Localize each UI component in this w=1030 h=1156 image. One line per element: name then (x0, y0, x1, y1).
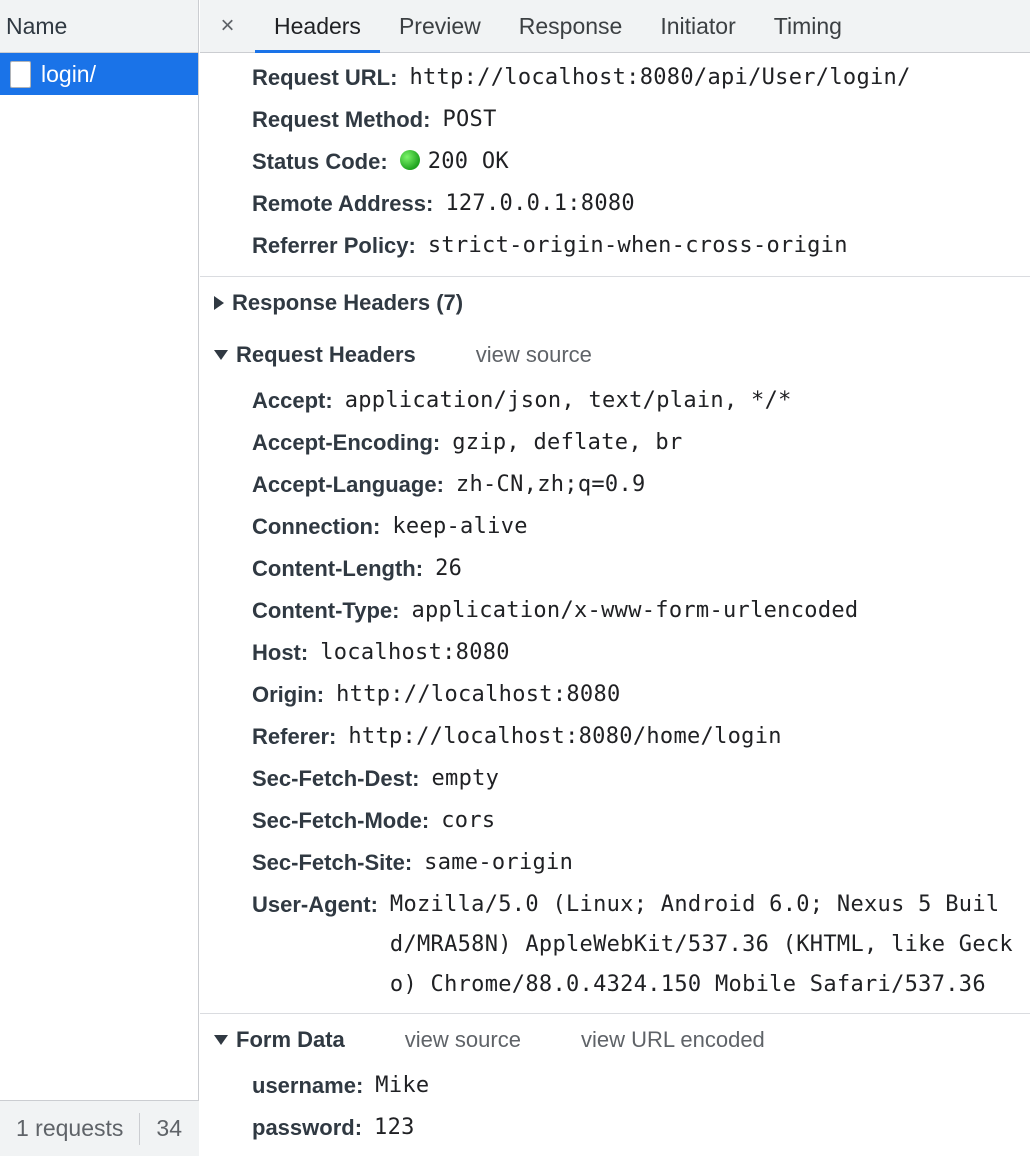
header-key: Remote Address: (252, 191, 434, 216)
general-row: Remote Address: 127.0.0.1:8080 (200, 184, 1030, 226)
request-header-row: Connection: keep-alive (200, 507, 1030, 549)
form-data-row: password: 123 (200, 1108, 1030, 1150)
header-value: http://localhost:8080 (336, 682, 621, 707)
form-data-row: username: Mike (200, 1066, 1030, 1108)
section-title: Request Headers (236, 342, 416, 367)
general-row: Request URL: http://localhost:8080/api/U… (200, 58, 1030, 100)
request-row-login[interactable]: login/ (0, 53, 198, 95)
header-key: Referrer Policy: (252, 233, 416, 258)
header-value: application/json, text/plain, */* (344, 388, 792, 413)
header-key: Origin: (252, 682, 325, 707)
header-value: application/x-www-form-urlencoded (411, 598, 859, 623)
view-source-link[interactable]: view source (405, 1027, 521, 1053)
status-bar: 1 requests 34 (0, 1100, 199, 1156)
header-key: User-Agent: (252, 892, 378, 917)
status-code-value: 200 OK (399, 142, 509, 182)
headers-content: Request URL: http://localhost:8080/api/U… (200, 53, 1030, 1150)
header-key: Content-Type: (252, 598, 400, 623)
request-header-row: Origin: http://localhost:8080 (200, 675, 1030, 717)
request-header-row: Accept-Encoding: gzip, deflate, br (200, 423, 1030, 465)
tab-initiator[interactable]: Initiator (641, 0, 754, 52)
tab-timing[interactable]: Timing (755, 0, 861, 52)
header-value: 127.0.0.1:8080 (445, 191, 635, 216)
general-row: Request Method: POST (200, 100, 1030, 142)
collapse-triangle-icon (214, 350, 228, 360)
header-value: POST (442, 107, 497, 132)
request-header-row: Sec-Fetch-Site: same-origin (200, 843, 1030, 885)
view-url-encoded-link[interactable]: view URL encoded (581, 1027, 765, 1053)
form-value: Mike (375, 1073, 430, 1098)
header-key: Connection: (252, 514, 381, 539)
tab-response[interactable]: Response (500, 0, 642, 52)
form-key: password: (252, 1115, 363, 1140)
header-key: Accept-Encoding: (252, 430, 441, 455)
expand-triangle-icon (214, 296, 224, 310)
status-bar-divider (139, 1112, 141, 1145)
header-value: strict-origin-when-cross-origin (427, 233, 848, 258)
collapse-triangle-icon (214, 1035, 228, 1045)
view-source-link[interactable]: view source (476, 342, 592, 368)
request-header-row: Sec-Fetch-Dest: empty (200, 759, 1030, 801)
request-header-row: Host: localhost:8080 (200, 633, 1030, 675)
request-list-panel: Name login/ 1 requests 34 (0, 0, 199, 1156)
request-header-row: User-Agent: Mozilla/5.0 (Linux; Android … (200, 885, 1030, 1005)
header-value: localhost:8080 (320, 640, 510, 665)
form-key: username: (252, 1073, 364, 1098)
status-ok-icon (399, 150, 420, 170)
request-header-row: Content-Type: application/x-www-form-url… (200, 591, 1030, 633)
request-row-label: login/ (41, 60, 96, 87)
status-code-text: 200 OK (427, 149, 509, 174)
request-header-row: Sec-Fetch-Mode: cors (200, 801, 1030, 843)
header-key: Content-Length: (252, 556, 424, 581)
response-headers-toggle[interactable]: Response Headers (7) (200, 277, 1030, 329)
close-icon[interactable]: × (200, 0, 255, 52)
request-header-row: Referer: http://localhost:8080/home/logi… (200, 717, 1030, 759)
header-key: Sec-Fetch-Dest: (252, 766, 420, 791)
request-header-row: Accept: application/json, text/plain, */… (200, 381, 1030, 423)
header-value: http://localhost:8080/home/login (348, 724, 782, 749)
header-key: Sec-Fetch-Site: (252, 850, 413, 875)
section-title: Form Data (236, 1027, 345, 1052)
header-value: gzip, deflate, br (452, 430, 683, 455)
header-key: Host: (252, 640, 309, 665)
request-header-row: Content-Length: 26 (200, 549, 1030, 591)
header-value: cors (441, 808, 496, 833)
form-value: 123 (374, 1115, 415, 1140)
header-value: 26 (435, 556, 463, 581)
request-count: 1 requests (16, 1115, 124, 1141)
header-value: keep-alive (392, 514, 528, 539)
header-value: Mozilla/5.0 (Linux; Android 6.0; Nexus 5… (389, 892, 1013, 997)
header-value: http://localhost:8080/api/User/login/ (409, 65, 911, 90)
section-title: Response Headers (7) (232, 290, 464, 315)
document-icon (10, 60, 31, 88)
header-value: zh-CN,zh;q=0.9 (455, 472, 646, 497)
request-details-panel: × Headers Preview Response Initiator Tim… (200, 0, 1030, 1156)
details-tabbar: × Headers Preview Response Initiator Tim… (200, 0, 1030, 53)
header-key: Request URL: (252, 65, 398, 90)
general-row: Status Code: 200 OK (200, 142, 1030, 184)
request-header-row: Accept-Language: zh-CN,zh;q=0.9 (200, 465, 1030, 507)
header-key: Status Code: (252, 149, 388, 174)
tab-preview[interactable]: Preview (380, 0, 500, 52)
header-value: same-origin (424, 850, 574, 875)
transfer-size: 34 (156, 1115, 182, 1141)
header-key: Accept: (252, 388, 333, 413)
general-row: Referrer Policy: strict-origin-when-cros… (200, 226, 1030, 268)
tab-headers[interactable]: Headers (255, 0, 380, 53)
name-column-header[interactable]: Name (0, 0, 198, 53)
header-key: Sec-Fetch-Mode: (252, 808, 430, 833)
header-key: Request Method: (252, 107, 431, 132)
request-headers-toggle[interactable]: Request Headers view source (200, 329, 1030, 381)
form-data-toggle[interactable]: Form Data view source view URL encoded (200, 1014, 1030, 1066)
header-key: Referer: (252, 724, 337, 749)
header-value: empty (431, 766, 500, 791)
header-key: Accept-Language: (252, 472, 444, 497)
name-column-label: Name (6, 12, 68, 39)
